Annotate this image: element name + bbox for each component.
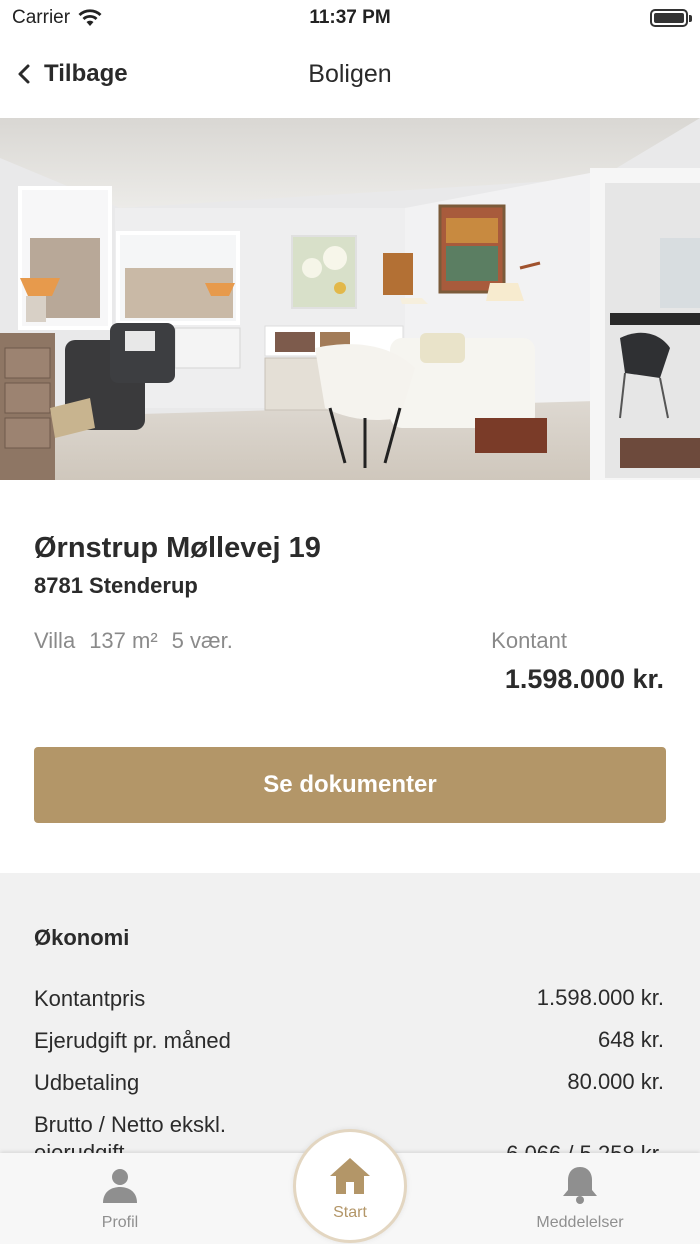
economy-row-label: Ejerudgift pr. måned	[34, 1028, 231, 1053]
economy-row-value: 6.066 / 5.258 kr.	[506, 1141, 664, 1153]
price-value: 1.598.000 kr.	[504, 664, 664, 694]
economy-row: Udbetaling 80.000 kr.	[34, 1069, 664, 1097]
economy-row-value: 648 kr.	[597, 1027, 664, 1052]
tab-notifications-label: Meddelelser	[536, 1214, 624, 1231]
bell-icon	[560, 1165, 600, 1205]
tab-profile[interactable]: Profil	[60, 1153, 180, 1244]
economy-row-value: 1.598.000 kr.	[536, 985, 664, 1010]
economy-row-label: Udbetaling	[34, 1070, 140, 1095]
economy-row: Ejerudgift pr. måned 648 kr.	[34, 1027, 664, 1055]
status-bar: Carrier 11:37 PM	[0, 0, 700, 36]
see-documents-button[interactable]: Se dokumenter	[34, 747, 666, 823]
economy-row-value: 80.000 kr.	[567, 1069, 664, 1094]
property-address: Ørnstrup Møllevej 19	[34, 532, 321, 564]
price-label: Kontant	[491, 628, 567, 653]
economy-row: Kontantpris 1.598.000 kr.	[34, 985, 664, 1013]
property-facts: Villa 137 m² 5 vær.	[34, 628, 233, 654]
economy-title: Økonomi	[34, 925, 130, 950]
battery-icon	[650, 9, 692, 27]
property-photo[interactable]	[0, 118, 700, 480]
page-title: Boligen	[308, 60, 392, 88]
property-area: 137 m²	[89, 628, 158, 653]
navigation-bar: Tilbage Boligen	[0, 36, 700, 118]
economy-row-label: Kontantpris	[34, 986, 146, 1011]
tab-home[interactable]: Start	[293, 1129, 407, 1243]
property-city: 8781 Stenderup	[34, 573, 198, 598]
person-icon	[100, 1165, 140, 1205]
tab-home-label: Start	[333, 1204, 367, 1221]
home-icon	[328, 1156, 372, 1196]
economy-row-label: Brutto / Netto ekskl. ejerudgift	[34, 1112, 226, 1153]
economy-section: Økonomi Kontantpris 1.598.000 kr. Ejerud…	[0, 873, 700, 1153]
tab-notifications[interactable]: Meddelelser	[520, 1153, 640, 1244]
tab-profile-label: Profil	[101, 1214, 139, 1231]
property-rooms: 5 vær.	[171, 628, 233, 653]
property-type: Villa	[34, 628, 76, 653]
status-time: 11:37 PM	[309, 7, 391, 28]
